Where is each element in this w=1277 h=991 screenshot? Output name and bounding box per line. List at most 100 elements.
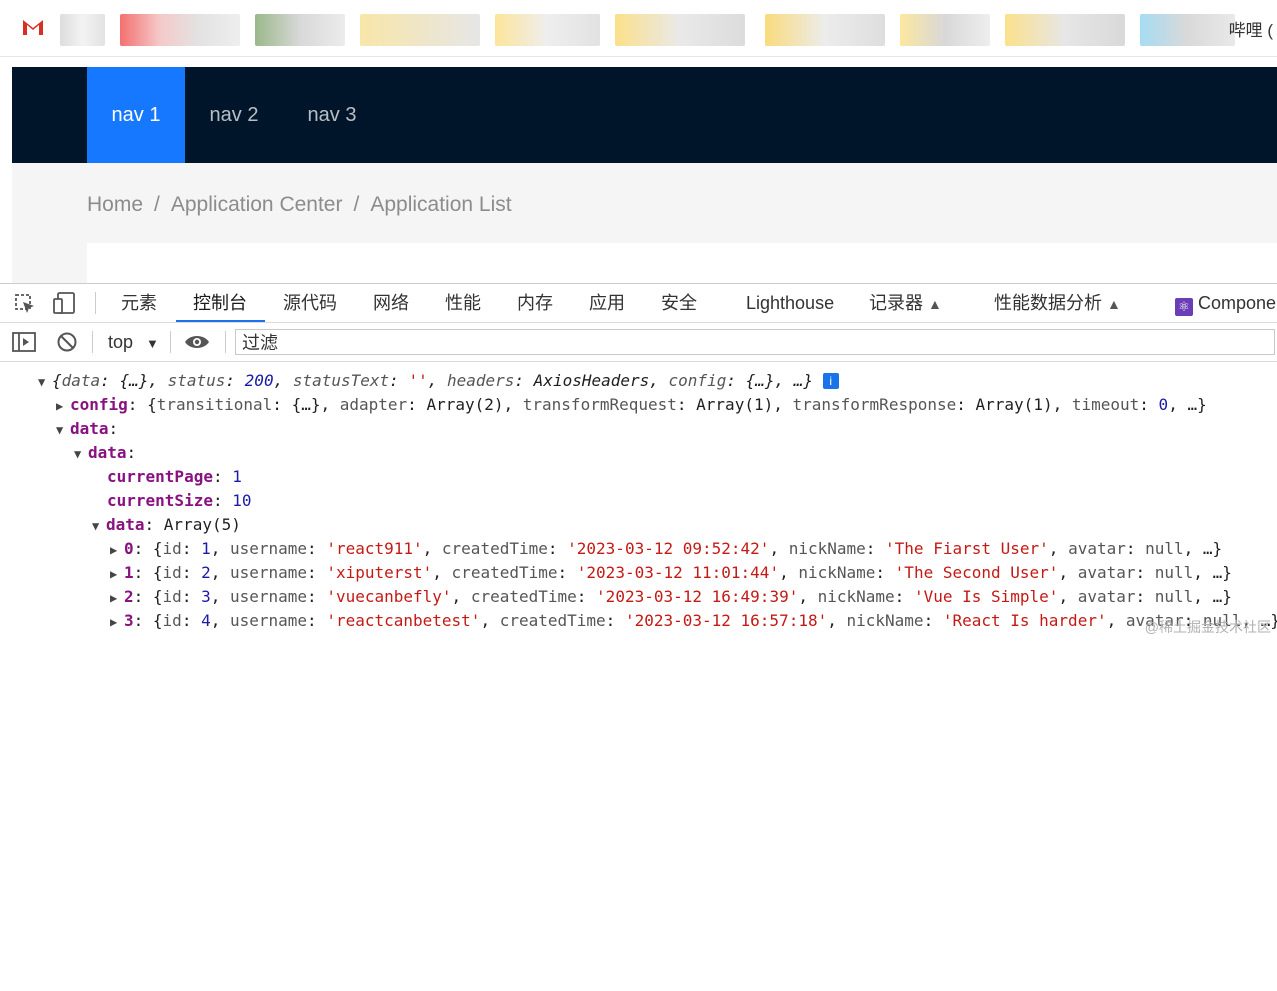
tab-memory[interactable]: 内存 [517, 284, 553, 322]
prop-key: statusText [292, 371, 390, 390]
nav-item-1[interactable]: nav 1 [87, 67, 185, 163]
blurred-bookmark[interactable] [765, 14, 885, 46]
blurred-bookmark[interactable] [495, 14, 600, 46]
prop-value: Array(5) [163, 515, 241, 534]
devtools-panel: 元素 控制台 源代码 网络 性能 内存 应用 安全 Lighthouse 记录器… [0, 283, 1277, 641]
tab-components-label: Compone [1198, 293, 1277, 313]
prop-value: {…} [745, 371, 775, 390]
device-toolbar-icon[interactable] [52, 291, 78, 315]
tab-console[interactable]: 控制台 [193, 284, 247, 322]
prop-value: 10 [232, 491, 252, 510]
tab-sources[interactable]: 源代码 [283, 284, 337, 322]
tab-performance-insights[interactable]: 性能数据分析 ▲ [994, 284, 1121, 322]
item-avatar: null [1145, 539, 1184, 558]
tab-network[interactable]: 网络 [373, 284, 409, 322]
console-array-item[interactable]: ▶ 0: {id: 1, username: 'react911', create… [110, 537, 1222, 561]
collapsed-arrow-icon[interactable]: ▶ [110, 562, 124, 586]
context-selector[interactable]: top ▼ [108, 323, 159, 361]
blurred-bookmark[interactable] [1005, 14, 1125, 46]
console-array-item[interactable]: ▶ 2: {id: 3, username: 'vuecanbefly', cre… [110, 585, 1232, 609]
item-index: 3 [124, 611, 134, 630]
expanded-arrow-icon[interactable]: ▼ [92, 514, 106, 538]
console-array-item[interactable]: ▶ 3: {id: 4, username: 'reactcanbetest', … [110, 609, 1277, 633]
blurred-bookmark[interactable] [60, 14, 105, 46]
active-tab-indicator [176, 320, 265, 322]
item-index: 0 [124, 539, 134, 558]
collapsed-arrow-icon[interactable]: ▶ [56, 394, 70, 418]
item-index: 1 [124, 563, 134, 582]
console-data-row[interactable]: ▼ data: [56, 417, 118, 441]
clear-console-icon[interactable] [56, 331, 78, 353]
prop-value: 1 [232, 467, 242, 486]
breadcrumb-home[interactable]: Home [87, 193, 143, 216]
expanded-arrow-icon[interactable]: ▼ [74, 442, 88, 466]
prop-value: Array(1) [696, 395, 774, 414]
console-inner-data-row[interactable]: ▼ data: [74, 441, 136, 465]
tab-performance[interactable]: 性能 [445, 284, 481, 322]
prop-key: data [106, 515, 145, 534]
breadcrumb-application-center[interactable]: Application Center [171, 193, 343, 216]
item-created-time: '2023-03-12 16:57:18' [624, 611, 828, 630]
item-nickname: 'React Is harder' [942, 611, 1107, 630]
item-username: 'xiputerst' [326, 563, 433, 582]
prop-value: AxiosHeaders [533, 371, 650, 390]
item-avatar: null [1154, 587, 1194, 606]
console-array-item[interactable]: ▶ 1: {id: 2, username: 'xiputerst', creat… [110, 561, 1232, 585]
console-array-row[interactable]: ▼ data: Array(5) [92, 513, 241, 537]
watermark: @稀土掘金技术社区 [1144, 619, 1271, 635]
console-config-row[interactable]: ▶ config: {transitional: {…}, adapter: Ar… [56, 393, 1207, 417]
item-index: 2 [124, 587, 134, 606]
item-id: 2 [201, 563, 211, 582]
console-currentpage-row: currentPage: 1 [107, 467, 242, 486]
tab-security[interactable]: 安全 [661, 284, 697, 322]
console-filter-input[interactable]: 过滤 [235, 329, 1275, 355]
expanded-arrow-icon[interactable]: ▼ [38, 370, 52, 394]
prop-key: currentPage [107, 467, 213, 486]
tab-components[interactable]: ⚛ Compone [1175, 284, 1276, 322]
item-id: 3 [201, 587, 211, 606]
brace: { [52, 371, 62, 390]
tab-application[interactable]: 应用 [589, 284, 625, 322]
toolbar-divider [95, 292, 96, 314]
console-toolbar: top ▼ 过滤 [0, 323, 1277, 362]
blurred-bookmark[interactable] [1140, 14, 1235, 46]
toolbar-divider [170, 331, 171, 353]
item-nickname: 'The Fiarst User' [885, 539, 1049, 558]
nav-item-2[interactable]: nav 2 [185, 67, 283, 163]
info-icon[interactable]: i [822, 373, 839, 389]
prop-key: currentSize [107, 491, 213, 510]
blurred-bookmark[interactable] [360, 14, 480, 46]
console-root-object[interactable]: ▼ {data: {…}, status: 200, statusText: ''… [38, 369, 839, 393]
tab-lighthouse[interactable]: Lighthouse [746, 284, 834, 322]
blurred-bookmark[interactable] [900, 14, 990, 46]
prop-key: headers [446, 371, 515, 390]
item-username: 'vuecanbefly' [326, 587, 452, 606]
expanded-arrow-icon[interactable]: ▼ [56, 418, 70, 442]
toolbar-divider [225, 331, 226, 353]
item-created-time: '2023-03-12 11:01:44' [576, 563, 780, 582]
prop-key: config [668, 371, 727, 390]
ellipsis: …} [793, 371, 814, 390]
blurred-bookmark[interactable] [120, 14, 240, 46]
blurred-bookmark[interactable] [255, 14, 345, 46]
gmail-icon[interactable] [20, 14, 46, 40]
item-id: 1 [201, 539, 211, 558]
bookmark-label[interactable]: 哔哩 ( [1229, 16, 1273, 41]
item-username: 'reactcanbetest' [326, 611, 481, 630]
inspect-element-icon[interactable] [14, 293, 36, 315]
live-expression-eye-icon[interactable] [184, 333, 210, 351]
breadcrumb-application-list: Application List [370, 193, 512, 216]
collapsed-arrow-icon[interactable]: ▶ [110, 610, 124, 634]
sidebar-toggle-icon[interactable] [12, 332, 36, 352]
collapsed-arrow-icon[interactable]: ▶ [110, 586, 124, 610]
item-nickname: 'Vue Is Simple' [913, 587, 1059, 606]
tab-elements[interactable]: 元素 [121, 284, 157, 322]
prop-key: data [88, 443, 127, 462]
breadcrumb-separator: / [353, 193, 360, 216]
bookmarks-bar: 哔哩 ( [0, 0, 1277, 57]
item-nickname: 'The Second User' [894, 563, 1059, 582]
blurred-bookmark[interactable] [615, 14, 745, 46]
collapsed-arrow-icon[interactable]: ▶ [110, 538, 124, 562]
tab-recorder[interactable]: 记录器 ▲ [869, 284, 942, 322]
nav-item-3[interactable]: nav 3 [283, 67, 381, 163]
